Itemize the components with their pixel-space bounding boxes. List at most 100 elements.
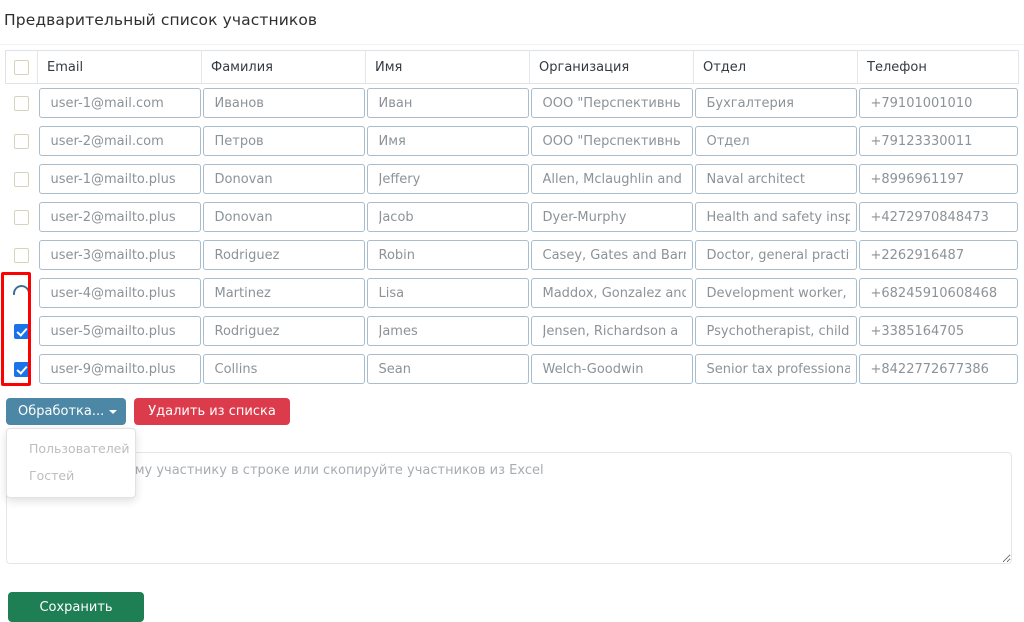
department-input[interactable]: [694, 316, 857, 346]
cell-firstname: [365, 160, 530, 198]
firstname-input[interactable]: [366, 240, 529, 270]
row-select-cell[interactable]: [5, 350, 38, 388]
email-input[interactable]: [38, 202, 201, 232]
cell-organization: [529, 83, 694, 122]
lastname-input[interactable]: [202, 316, 365, 346]
firstname-input[interactable]: [366, 164, 529, 194]
cell-lastname: [201, 160, 366, 198]
lastname-input[interactable]: [202, 354, 365, 384]
save-button[interactable]: Сохранить: [8, 592, 144, 622]
email-input[interactable]: [38, 278, 201, 308]
row-select-cell[interactable]: [5, 160, 38, 198]
table-row: [5, 198, 1019, 236]
email-input[interactable]: [38, 354, 201, 384]
phone-input[interactable]: [858, 278, 1018, 308]
organization-input[interactable]: [530, 164, 693, 194]
row-select-checkbox[interactable]: [14, 133, 29, 149]
row-select-cell[interactable]: [5, 198, 38, 236]
lastname-input[interactable]: [202, 278, 365, 308]
department-input[interactable]: [694, 240, 857, 270]
column-header-phone[interactable]: Телефон: [857, 50, 1019, 84]
cell-organization: [529, 198, 694, 236]
department-input[interactable]: [694, 202, 857, 232]
department-input[interactable]: [694, 354, 857, 384]
dropdown-item-users[interactable]: Пользователей: [7, 435, 135, 462]
row-select-cell[interactable]: [5, 122, 38, 160]
firstname-input[interactable]: [366, 88, 529, 118]
row-select-checkbox[interactable]: [14, 247, 29, 263]
organization-input[interactable]: [530, 354, 693, 384]
select-all-header-cell[interactable]: [5, 50, 38, 84]
phone-input[interactable]: [858, 164, 1018, 194]
row-select-checkbox[interactable]: [14, 361, 29, 377]
firstname-input[interactable]: [366, 316, 529, 346]
organization-input[interactable]: [530, 126, 693, 156]
row-select-checkbox[interactable]: [14, 209, 29, 225]
department-input[interactable]: [694, 278, 857, 308]
row-select-cell[interactable]: [5, 236, 38, 274]
column-header-email[interactable]: Email: [37, 50, 202, 84]
phone-input[interactable]: [858, 126, 1018, 156]
chevron-down-icon: [109, 410, 118, 414]
phone-input[interactable]: [858, 354, 1018, 384]
cell-phone: [857, 83, 1019, 122]
department-input[interactable]: [694, 88, 857, 118]
participants-table: Email Фамилия Имя Организация Отдел Теле…: [5, 50, 1019, 388]
organization-input[interactable]: [530, 316, 693, 346]
firstname-input[interactable]: [366, 354, 529, 384]
lastname-input[interactable]: [202, 240, 365, 270]
dropdown-item-guests[interactable]: Гостей: [7, 462, 135, 489]
email-input[interactable]: [38, 126, 201, 156]
lastname-input[interactable]: [202, 88, 365, 118]
cell-phone: [857, 350, 1019, 388]
organization-input[interactable]: [530, 202, 693, 232]
table-header: Email Фамилия Имя Организация Отдел Теле…: [5, 50, 1019, 84]
cell-firstname: [365, 83, 530, 122]
row-select-checkbox[interactable]: [14, 95, 29, 111]
cell-email: [37, 312, 202, 350]
lastname-input[interactable]: [202, 164, 365, 194]
cell-department: [693, 350, 858, 388]
row-select-cell[interactable]: [5, 274, 38, 312]
organization-input[interactable]: [530, 240, 693, 270]
firstname-input[interactable]: [366, 126, 529, 156]
table-row: [5, 236, 1019, 274]
row-select-checkbox[interactable]: [14, 171, 29, 187]
cell-organization: [529, 350, 694, 388]
organization-input[interactable]: [530, 88, 693, 118]
email-input[interactable]: [38, 88, 201, 118]
process-dropdown-button[interactable]: Обработка...: [6, 398, 127, 425]
cell-lastname: [201, 198, 366, 236]
firstname-input[interactable]: [366, 278, 529, 308]
column-header-lastname[interactable]: Фамилия: [201, 50, 366, 84]
phone-input[interactable]: [858, 240, 1018, 270]
cell-email: [37, 198, 202, 236]
phone-input[interactable]: [858, 88, 1018, 118]
email-input[interactable]: [38, 240, 201, 270]
cell-lastname: [201, 350, 366, 388]
select-all-checkbox[interactable]: [14, 59, 29, 75]
delete-from-list-button[interactable]: Удалить из списка: [134, 398, 290, 425]
cell-department: [693, 122, 858, 160]
column-header-organization[interactable]: Организация: [529, 50, 694, 84]
excel-paste-textarea[interactable]: [6, 452, 1012, 564]
department-input[interactable]: [694, 164, 857, 194]
email-input[interactable]: [38, 316, 201, 346]
email-input[interactable]: [38, 164, 201, 194]
row-select-checkbox[interactable]: [14, 323, 29, 339]
organization-input[interactable]: [530, 278, 693, 308]
table-header-row: Email Фамилия Имя Организация Отдел Теле…: [5, 50, 1019, 84]
lastname-input[interactable]: [202, 126, 365, 156]
phone-input[interactable]: [858, 316, 1018, 346]
row-select-cell[interactable]: [5, 83, 38, 122]
department-input[interactable]: [694, 126, 857, 156]
row-select-cell[interactable]: [5, 312, 38, 350]
column-header-firstname[interactable]: Имя: [365, 50, 530, 84]
firstname-input[interactable]: [366, 202, 529, 232]
lastname-input[interactable]: [202, 202, 365, 232]
page-title: Предварительный список участников: [4, 11, 318, 29]
phone-input[interactable]: [858, 202, 1018, 232]
cell-organization: [529, 160, 694, 198]
cell-lastname: [201, 83, 366, 122]
column-header-department[interactable]: Отдел: [693, 50, 858, 84]
